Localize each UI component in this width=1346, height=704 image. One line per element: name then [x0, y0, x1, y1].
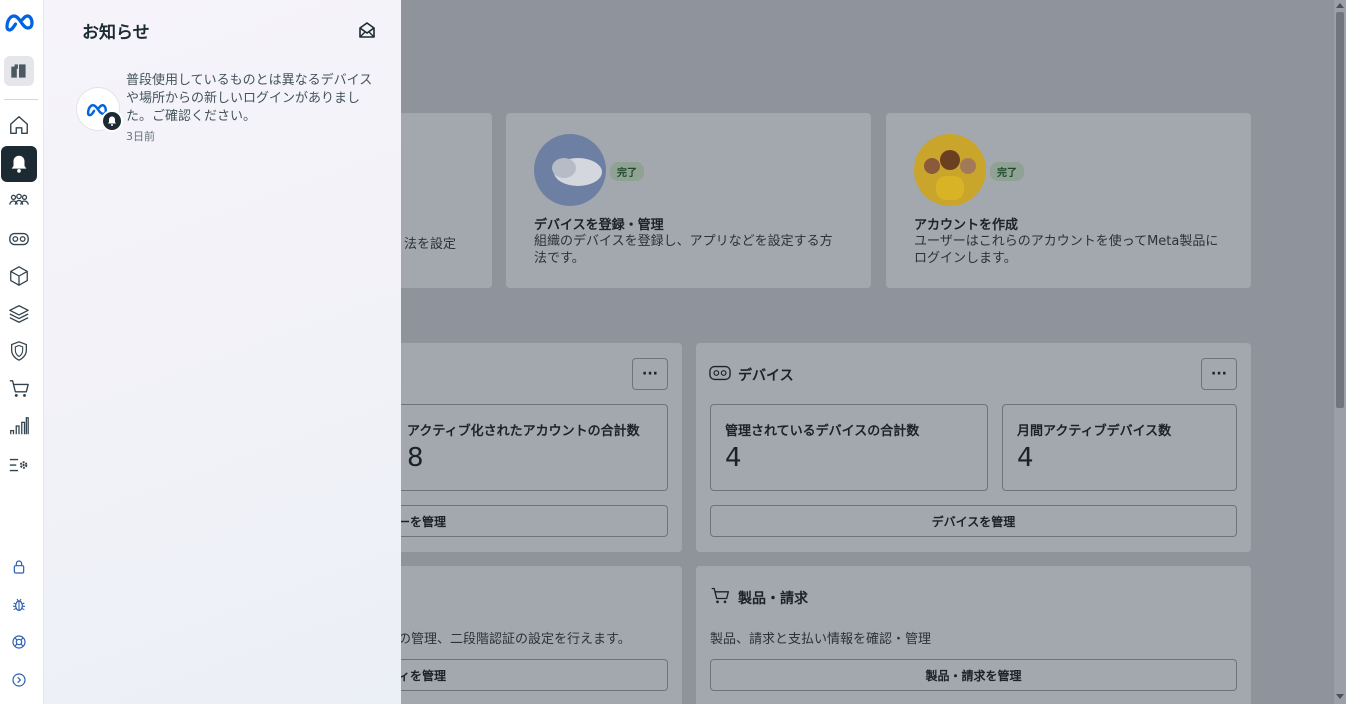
- mark-all-read-icon[interactable]: [358, 21, 376, 39]
- left-nav-rail: [0, 0, 44, 704]
- card-desc: 組織のデバイスを登録し、アプリなどを設定する方法です。: [534, 234, 833, 266]
- vr-headset-icon: [709, 365, 731, 381]
- lock-icon[interactable]: [4, 552, 34, 582]
- cube-icon[interactable]: [4, 261, 34, 291]
- stat-label: 月間アクティブデバイス数: [1017, 424, 1172, 439]
- bar-chart-icon[interactable]: [4, 411, 34, 441]
- notification-message: 普段使用しているものとは異なるデバイスや場所からの新しいログインがありました。ご…: [126, 73, 373, 124]
- scroll-down-arrow[interactable]: [1336, 694, 1344, 699]
- notification-item[interactable]: 普段使用しているものとは異なるデバイスや場所からの新しいログインがありました。ご…: [76, 72, 376, 148]
- stat-box: 月間アクティブデバイス数 4: [1002, 404, 1237, 491]
- card-title: アカウントを作成: [914, 218, 1019, 233]
- bell-icon: [101, 110, 123, 132]
- page-scrollbar[interactable]: [1334, 0, 1346, 704]
- stat-value: 4: [1017, 443, 1034, 473]
- devices-panel: デバイス ··· 管理されているデバイスの合計数 4 月間アクティブデバイス数 …: [696, 343, 1251, 552]
- notifications-panel: お知らせ 普段使用しているものとは異なるデバイスや場所からの新しいログインがあり…: [44, 0, 401, 704]
- manage-devices-button[interactable]: デバイスを管理: [710, 505, 1237, 537]
- setup-card-text-fragment: 法を設定: [404, 237, 457, 252]
- settings-list-icon[interactable]: [4, 450, 34, 480]
- panel-title: デバイス: [738, 368, 794, 384]
- shield-icon[interactable]: [4, 336, 34, 366]
- panel-desc: 製品、請求と支払い情報を確認・管理: [710, 632, 932, 647]
- stat-label: 管理されているデバイスの合計数: [725, 424, 920, 439]
- more-options-button[interactable]: ···: [1201, 358, 1237, 390]
- bell-icon[interactable]: [1, 146, 37, 182]
- vr-headset-illustration: [534, 134, 606, 206]
- expand-icon[interactable]: [4, 665, 34, 695]
- users-icon[interactable]: [4, 186, 34, 216]
- scroll-thumb[interactable]: [1336, 12, 1344, 408]
- notification-time: 3日前: [126, 130, 155, 143]
- meta-logo[interactable]: [3, 10, 39, 36]
- billing-panel: 製品・請求 製品、請求と支払い情報を確認・管理 製品・請求を管理: [696, 566, 1251, 704]
- status-badge: 完了: [610, 162, 644, 181]
- rail-divider: [4, 99, 38, 100]
- help-icon[interactable]: [4, 627, 34, 657]
- stat-value: 8: [407, 443, 424, 473]
- manage-billing-button[interactable]: 製品・請求を管理: [710, 659, 1237, 691]
- stat-box: 管理されているデバイスの合計数 4: [710, 404, 988, 491]
- stat-label: アクティブ化されたアカウントの合計数: [407, 424, 640, 439]
- stat-value: 4: [725, 443, 742, 473]
- home-icon[interactable]: [4, 110, 34, 140]
- setup-card-devices[interactable]: 完了 デバイスを登録・管理 組織のデバイスを登録し、アプリなどを設定する方法です…: [506, 113, 871, 288]
- more-options-button[interactable]: ···: [632, 358, 668, 390]
- cart-icon[interactable]: [4, 374, 34, 404]
- bug-icon[interactable]: [4, 590, 34, 620]
- vr-headset-icon[interactable]: [4, 224, 34, 254]
- card-title: デバイスを登録・管理: [534, 218, 664, 233]
- panel-title: お知らせ: [82, 23, 150, 43]
- org-icon[interactable]: [4, 56, 34, 86]
- people-illustration: [914, 134, 986, 206]
- cart-icon: [710, 586, 730, 606]
- card-desc: ユーザーはこれらのアカウントを使ってMeta製品にログインします。: [914, 234, 1219, 266]
- setup-card-accounts[interactable]: 完了 アカウントを作成 ユーザーはこれらのアカウントを使ってMeta製品にログイ…: [886, 113, 1251, 288]
- status-badge: 完了: [990, 162, 1024, 181]
- scroll-up-arrow[interactable]: [1336, 3, 1344, 8]
- panel-title: 製品・請求: [738, 591, 808, 607]
- layers-icon[interactable]: [4, 299, 34, 329]
